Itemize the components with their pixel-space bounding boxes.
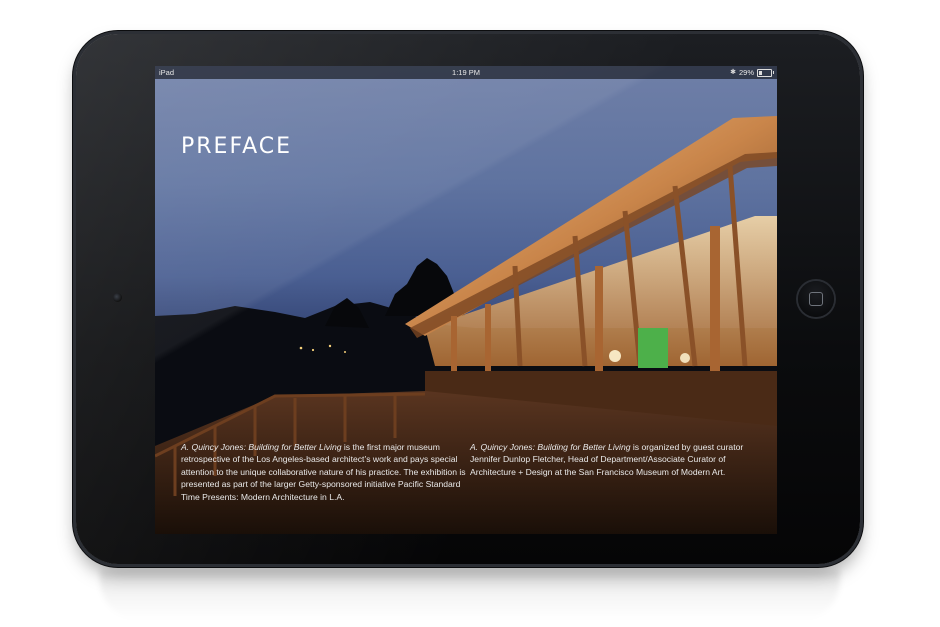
bluetooth-icon: ✱ [730, 69, 736, 76]
exhibition-title: A. Quincy Jones: Building for Better Liv… [470, 442, 631, 452]
screen: iPad 1:19 PM ✱ 29% PREFACE A. Quincy Jon… [155, 66, 777, 534]
battery-percent: 29% [738, 68, 754, 77]
distant-light [311, 348, 315, 352]
battery-fill [759, 70, 763, 75]
home-button[interactable] [798, 281, 834, 317]
home-square-icon [809, 292, 823, 306]
status-time: 1:19 PM [452, 68, 480, 77]
status-right: ✱ 29% [730, 66, 774, 79]
distant-light [299, 346, 303, 350]
stage: iPad 1:19 PM ✱ 29% PREFACE A. Quincy Jon… [0, 0, 940, 627]
lamp-light [680, 353, 690, 363]
camera-icon [113, 293, 122, 302]
lamp-light [609, 350, 621, 362]
preface-paragraph-1: A. Quincy Jones: Building for Better Liv… [181, 441, 466, 503]
preface-paragraph-2: A. Quincy Jones: Building for Better Liv… [470, 441, 760, 478]
status-bar: iPad 1:19 PM ✱ 29% [155, 66, 777, 79]
distant-light [344, 351, 346, 353]
exhibition-title: A. Quincy Jones: Building for Better Liv… [181, 442, 342, 452]
battery-tip [772, 71, 774, 74]
battery-icon [757, 68, 774, 77]
page-title: PREFACE [181, 134, 293, 159]
device-reflection [100, 570, 840, 620]
green-artwork [638, 328, 668, 368]
distant-light [328, 344, 332, 348]
